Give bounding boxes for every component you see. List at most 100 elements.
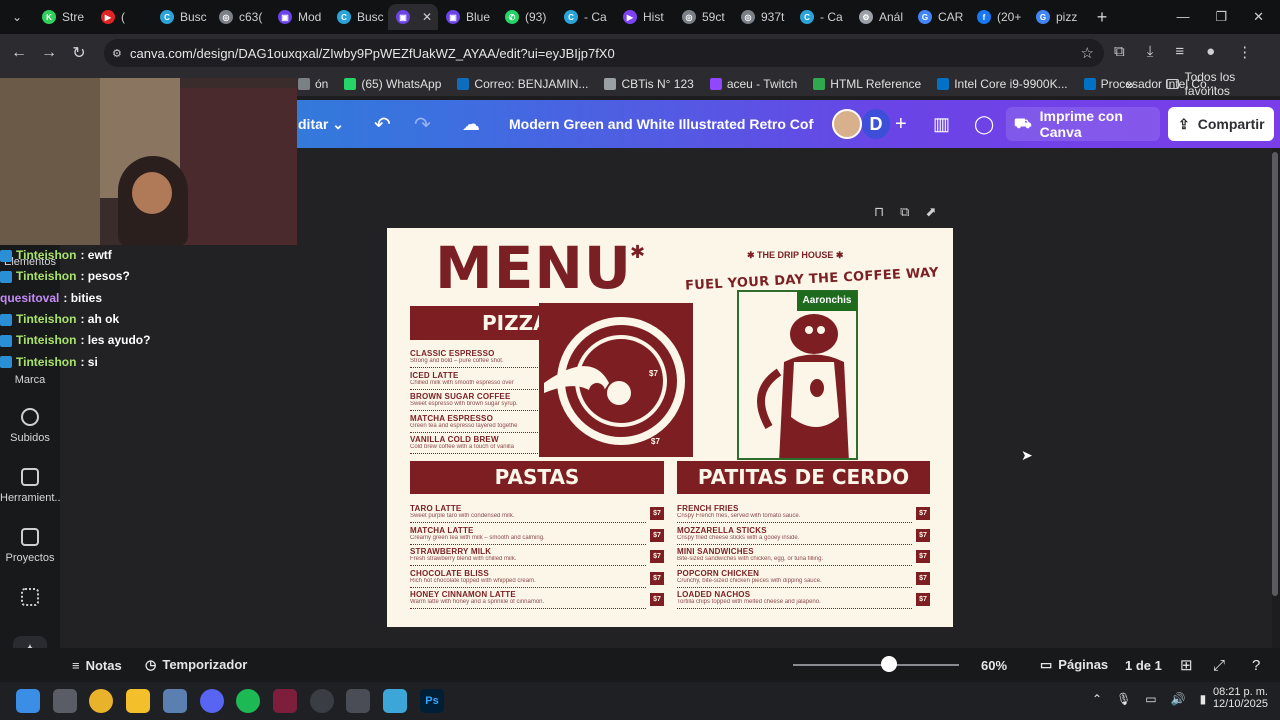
browser-tab[interactable]: C - Ca (792, 4, 851, 30)
bookmark-item[interactable]: Intel Core i9-9900K... (937, 77, 1068, 91)
dotted-divider (677, 522, 912, 523)
browser-tab[interactable]: ◎ 937t (733, 4, 792, 30)
edit-menu-button[interactable]: ditar ⌄ (298, 116, 344, 133)
browser-tab[interactable]: ▣ Blue (438, 4, 497, 30)
panel-projects[interactable]: Proyectos (0, 528, 60, 564)
page-counter[interactable]: 1 de 1 (1125, 658, 1162, 673)
taskbar-clock[interactable]: 08:21 p. m. 12/10/2025 (1212, 686, 1268, 710)
name-tag[interactable]: Aaronchis (797, 291, 857, 311)
share-icon: ⇪ (1178, 115, 1190, 132)
browser-tab[interactable]: G CAR (910, 4, 969, 30)
extensions-icon[interactable]: ⧉ (1114, 43, 1125, 61)
browser-tab[interactable]: Gpizz (1028, 4, 1087, 30)
lock-icon[interactable]: ⊓ (874, 204, 884, 220)
duplicate-page-icon[interactable]: ⧉ (900, 204, 909, 220)
reload-icon[interactable]: ↻ (64, 43, 94, 63)
download-icon[interactable]: ⤓ (1147, 43, 1154, 61)
comment-icon[interactable]: ◯ (974, 114, 994, 135)
add-page-icon[interactable]: ⬈ (925, 204, 936, 220)
close-window-icon[interactable]: ✕ (1253, 9, 1264, 25)
network-icon[interactable]: ▭ (1145, 692, 1156, 706)
document-title[interactable]: Modern Green and White Illustrated Retro… (509, 116, 814, 132)
windows-start-icon[interactable] (16, 689, 40, 713)
panel-tools[interactable]: Herramient... (0, 468, 64, 504)
battery-icon[interactable]: ▮ (1200, 692, 1207, 706)
browser-tab[interactable]: ⚙ Anál (851, 4, 910, 30)
calculator-icon[interactable] (346, 689, 370, 713)
bookmark-item[interactable]: CBTis N° 123 (604, 77, 694, 91)
browser-tab[interactable]: ◎ c63( (211, 4, 270, 30)
redo-icon[interactable]: ↷ (414, 112, 431, 137)
photoshop-icon[interactable]: Ps (420, 689, 444, 713)
zoom-level[interactable]: 60% (981, 658, 1007, 673)
browser-tab[interactable]: ▣ ✕ (388, 4, 438, 30)
browser-tab[interactable]: ◎ 59ct (674, 4, 733, 30)
browser-tab[interactable]: K Stre (34, 4, 93, 30)
obs-icon[interactable] (310, 689, 334, 713)
timer-button[interactable]: ◷ Temporizador (145, 657, 247, 673)
browser-tab[interactable]: f (20+ (969, 4, 1028, 30)
browser-menu-icon[interactable]: ⋮ (1237, 43, 1252, 61)
fullscreen-icon[interactable]: ⤢ (1213, 657, 1225, 674)
bookmark-star-icon[interactable]: ☆ (1081, 44, 1094, 62)
microphone-icon[interactable]: 🎙 (1116, 692, 1131, 706)
bookmark-item[interactable]: (65) WhatsApp (344, 77, 441, 91)
zoom-slider-handle[interactable] (881, 656, 898, 672)
panel-uploads[interactable]: Subidos (0, 408, 60, 444)
pages-button[interactable]: ▭ Páginas (1040, 657, 1108, 673)
site-info-icon[interactable]: ⚙ (112, 47, 122, 60)
collaborator-avatar[interactable] (832, 109, 862, 139)
browser-tab[interactable]: C Busc (329, 4, 388, 30)
notes-button[interactable]: ≡ Notas (72, 658, 122, 673)
menu-item-name: CLASSIC ESPRESSO (410, 349, 495, 358)
volume-icon[interactable]: 🔊 (1171, 692, 1186, 706)
help-icon[interactable]: ? (1252, 657, 1260, 674)
dotted-divider (677, 608, 912, 609)
close-tab-icon[interactable]: ✕ (422, 10, 432, 24)
bookmark-item[interactable]: Correo: BENJAMIN... (457, 77, 588, 91)
task-view-icon[interactable] (53, 689, 77, 713)
panel-brand[interactable]: Marca (0, 374, 60, 386)
menu-design-page[interactable]: MENU ✱ ✱ THE DRIP HOUSE ✱ FUEL YOUR DAY … (387, 228, 953, 627)
chrome-icon[interactable] (89, 689, 113, 713)
browser-tab[interactable]: ▶ Hist (615, 4, 674, 30)
tab-search-button[interactable]: ⌄ (0, 10, 34, 24)
print-with-canva-button[interactable]: ⛟ Imprime con Canva (1006, 107, 1160, 141)
bookmark-item[interactable]: ón (298, 77, 328, 91)
cloud-saved-icon[interactable]: ☁ (462, 114, 480, 135)
tray-chevron-icon[interactable]: ⌃ (1092, 692, 1102, 706)
back-icon[interactable]: ← (4, 44, 34, 62)
browser-tab[interactable]: ▶( (93, 4, 152, 30)
spotify-icon[interactable] (236, 689, 260, 713)
browser-tab[interactable]: ▣ Mod (270, 4, 329, 30)
profile-icon[interactable]: ● (1206, 43, 1215, 61)
grid-view-icon[interactable]: ⊞ (1180, 656, 1193, 674)
discord-icon[interactable] (200, 689, 224, 713)
url-field[interactable]: ⚙ canva.com/design/DAG1ouxqxal/ZIwby9PpW… (104, 39, 1104, 67)
more-bookmarks-icon[interactable]: » (1126, 76, 1134, 92)
app-icon[interactable] (273, 689, 297, 713)
forward-icon[interactable]: → (34, 44, 64, 62)
browser-tab[interactable]: ✆ (93) (497, 4, 556, 30)
chat-badge-icon (0, 334, 12, 347)
minimize-icon[interactable]: — (1176, 9, 1189, 25)
media-control-icon[interactable]: ≡ (1175, 43, 1184, 61)
bookmark-item[interactable]: HTML Reference (813, 77, 921, 91)
canvas-scrollbar[interactable] (1272, 152, 1278, 596)
browser-tab[interactable]: C Busc (152, 4, 211, 30)
zoom-slider[interactable] (793, 664, 959, 666)
bookmark-item[interactable]: aceu - Twitch (709, 77, 797, 91)
undo-icon[interactable]: ↶ (374, 112, 391, 137)
user-avatar[interactable]: D (862, 109, 890, 139)
notepad-icon[interactable] (383, 689, 407, 713)
all-bookmarks-folder[interactable]: Todos los favoritos (1166, 70, 1280, 98)
browser-tab[interactable]: C - Ca (556, 4, 615, 30)
file-explorer-icon[interactable] (126, 689, 150, 713)
add-collaborator-icon[interactable]: + (895, 113, 907, 136)
share-button[interactable]: ⇪ Compartir (1168, 107, 1274, 141)
panel-apps[interactable] (0, 588, 60, 612)
new-tab-button[interactable]: + (1087, 7, 1117, 28)
photos-icon[interactable] (163, 689, 187, 713)
restore-icon[interactable]: ❐ (1215, 9, 1227, 25)
insights-icon[interactable]: ▥ (933, 114, 950, 135)
